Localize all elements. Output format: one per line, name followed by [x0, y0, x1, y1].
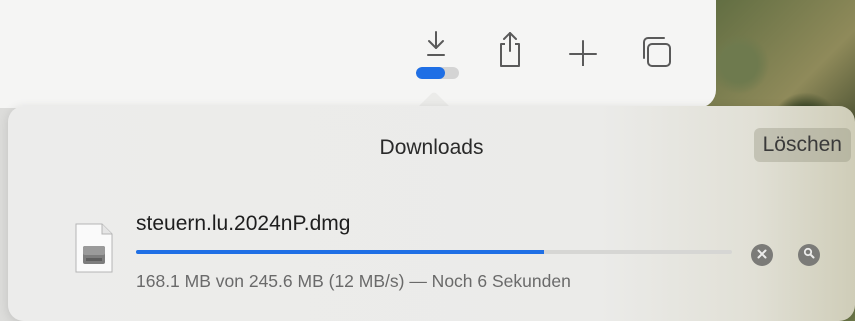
- plus-icon: [569, 30, 597, 66]
- show-in-finder-button[interactable]: [798, 244, 820, 266]
- new-tab-button[interactable]: [563, 30, 603, 80]
- toolbar-download-progress-fill: [416, 67, 446, 79]
- browser-toolbar: [0, 0, 716, 108]
- download-progress-bar: [136, 250, 732, 254]
- close-icon: [757, 246, 767, 264]
- download-status: 168.1 MB von 245.6 MB (12 MB/s) — Noch 6…: [136, 271, 571, 291]
- download-progress-fill: [136, 250, 544, 254]
- download-icon: [423, 30, 449, 58]
- dmg-file-icon: [74, 222, 114, 274]
- cancel-download-button[interactable]: [751, 244, 773, 266]
- share-icon: [496, 30, 524, 68]
- share-button[interactable]: [490, 30, 530, 80]
- downloads-popover: Downloads Löschen steuern.lu.2024nP.dmg …: [8, 106, 855, 321]
- magnifier-icon: [803, 246, 815, 264]
- tab-overview-button[interactable]: [637, 30, 677, 80]
- clear-downloads-button[interactable]: Löschen: [753, 128, 851, 162]
- toolbar-download-progress: [416, 67, 459, 79]
- download-file-name: steuern.lu.2024nP.dmg: [136, 212, 351, 235]
- popover-title: Downloads: [379, 136, 484, 159]
- popover-arrow: [416, 88, 452, 108]
- tabs-overview-icon: [640, 30, 674, 68]
